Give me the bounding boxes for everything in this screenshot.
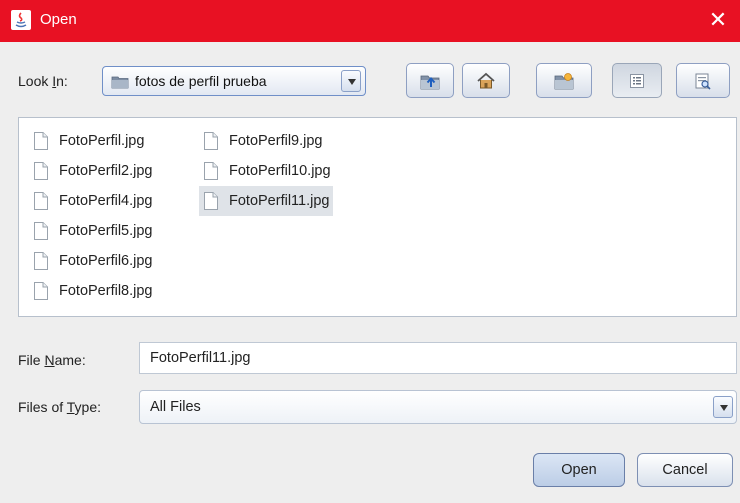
folder-icon bbox=[111, 76, 129, 89]
file-item[interactable]: FotoPerfil2.jpg bbox=[29, 156, 157, 186]
details-view-button[interactable] bbox=[676, 63, 730, 98]
close-icon[interactable]: ✕ bbox=[704, 6, 732, 34]
file-name: FotoPerfil4.jpg bbox=[59, 193, 153, 209]
file-icon bbox=[204, 162, 218, 180]
file-icon bbox=[34, 252, 48, 270]
home-button[interactable] bbox=[462, 63, 510, 98]
java-app-icon bbox=[11, 10, 31, 30]
new-folder-button[interactable] bbox=[536, 63, 592, 98]
open-button[interactable]: Open bbox=[533, 453, 625, 487]
file-item[interactable]: FotoPerfil5.jpg bbox=[29, 216, 157, 246]
list-view-button[interactable] bbox=[612, 63, 662, 98]
file-item[interactable]: FotoPerfil9.jpg bbox=[199, 126, 327, 156]
file-name: FotoPerfil8.jpg bbox=[59, 283, 153, 299]
file-icon bbox=[34, 192, 48, 210]
file-column-1: FotoPerfil.jpg FotoPerfil2.jpg FotoPerfi… bbox=[29, 126, 157, 306]
file-item[interactable]: FotoPerfil4.jpg bbox=[29, 186, 157, 216]
folder-up-icon bbox=[420, 75, 440, 89]
details-view-icon bbox=[695, 73, 711, 90]
home-icon bbox=[477, 72, 495, 88]
file-item[interactable]: FotoPerfil.jpg bbox=[29, 126, 148, 156]
file-name: FotoPerfil6.jpg bbox=[59, 253, 153, 269]
title-bar: Open ✕ bbox=[0, 0, 740, 42]
file-item[interactable]: FotoPerfil10.jpg bbox=[199, 156, 335, 186]
look-in-value: fotos de perfil prueba bbox=[135, 73, 267, 89]
file-name: FotoPerfil5.jpg bbox=[59, 223, 153, 239]
file-list[interactable]: FotoPerfil.jpg FotoPerfil2.jpg FotoPerfi… bbox=[18, 117, 737, 317]
list-view-icon bbox=[630, 73, 644, 88]
file-name: FotoPerfil10.jpg bbox=[229, 163, 331, 179]
file-item[interactable]: FotoPerfil8.jpg bbox=[29, 276, 157, 306]
file-name: FotoPerfil.jpg bbox=[59, 133, 145, 149]
file-icon bbox=[204, 132, 218, 150]
file-icon bbox=[34, 162, 48, 180]
file-name: FotoPerfil11.jpg bbox=[229, 193, 330, 209]
file-icon bbox=[34, 282, 48, 300]
cancel-button[interactable]: Cancel bbox=[637, 453, 733, 487]
file-icon bbox=[34, 222, 48, 240]
file-icon bbox=[34, 132, 48, 150]
chevron-down-icon[interactable] bbox=[341, 70, 361, 92]
file-name-field[interactable]: FotoPerfil11.jpg bbox=[139, 342, 737, 374]
up-one-level-button[interactable] bbox=[406, 63, 454, 98]
file-type-label: Files of Type: bbox=[18, 399, 102, 415]
look-in-combo[interactable]: fotos de perfil prueba bbox=[102, 66, 366, 96]
look-in-label: Look In: bbox=[18, 73, 68, 89]
file-item-selected[interactable]: FotoPerfil11.jpg bbox=[199, 186, 334, 216]
file-name-value: FotoPerfil11.jpg bbox=[150, 350, 251, 366]
file-name: FotoPerfil2.jpg bbox=[59, 163, 153, 179]
file-column-2: FotoPerfil9.jpg FotoPerfil10.jpg FotoPer… bbox=[199, 126, 335, 216]
file-name: FotoPerfil9.jpg bbox=[229, 133, 323, 149]
file-item[interactable]: FotoPerfil6.jpg bbox=[29, 246, 157, 276]
new-folder-icon bbox=[554, 72, 574, 89]
file-name-label: File Name: bbox=[18, 352, 86, 368]
file-type-combo[interactable]: All Files bbox=[139, 390, 737, 424]
file-icon bbox=[204, 192, 218, 210]
chevron-down-icon[interactable] bbox=[713, 396, 733, 418]
file-type-value: All Files bbox=[150, 399, 201, 415]
window-title: Open bbox=[40, 11, 77, 28]
